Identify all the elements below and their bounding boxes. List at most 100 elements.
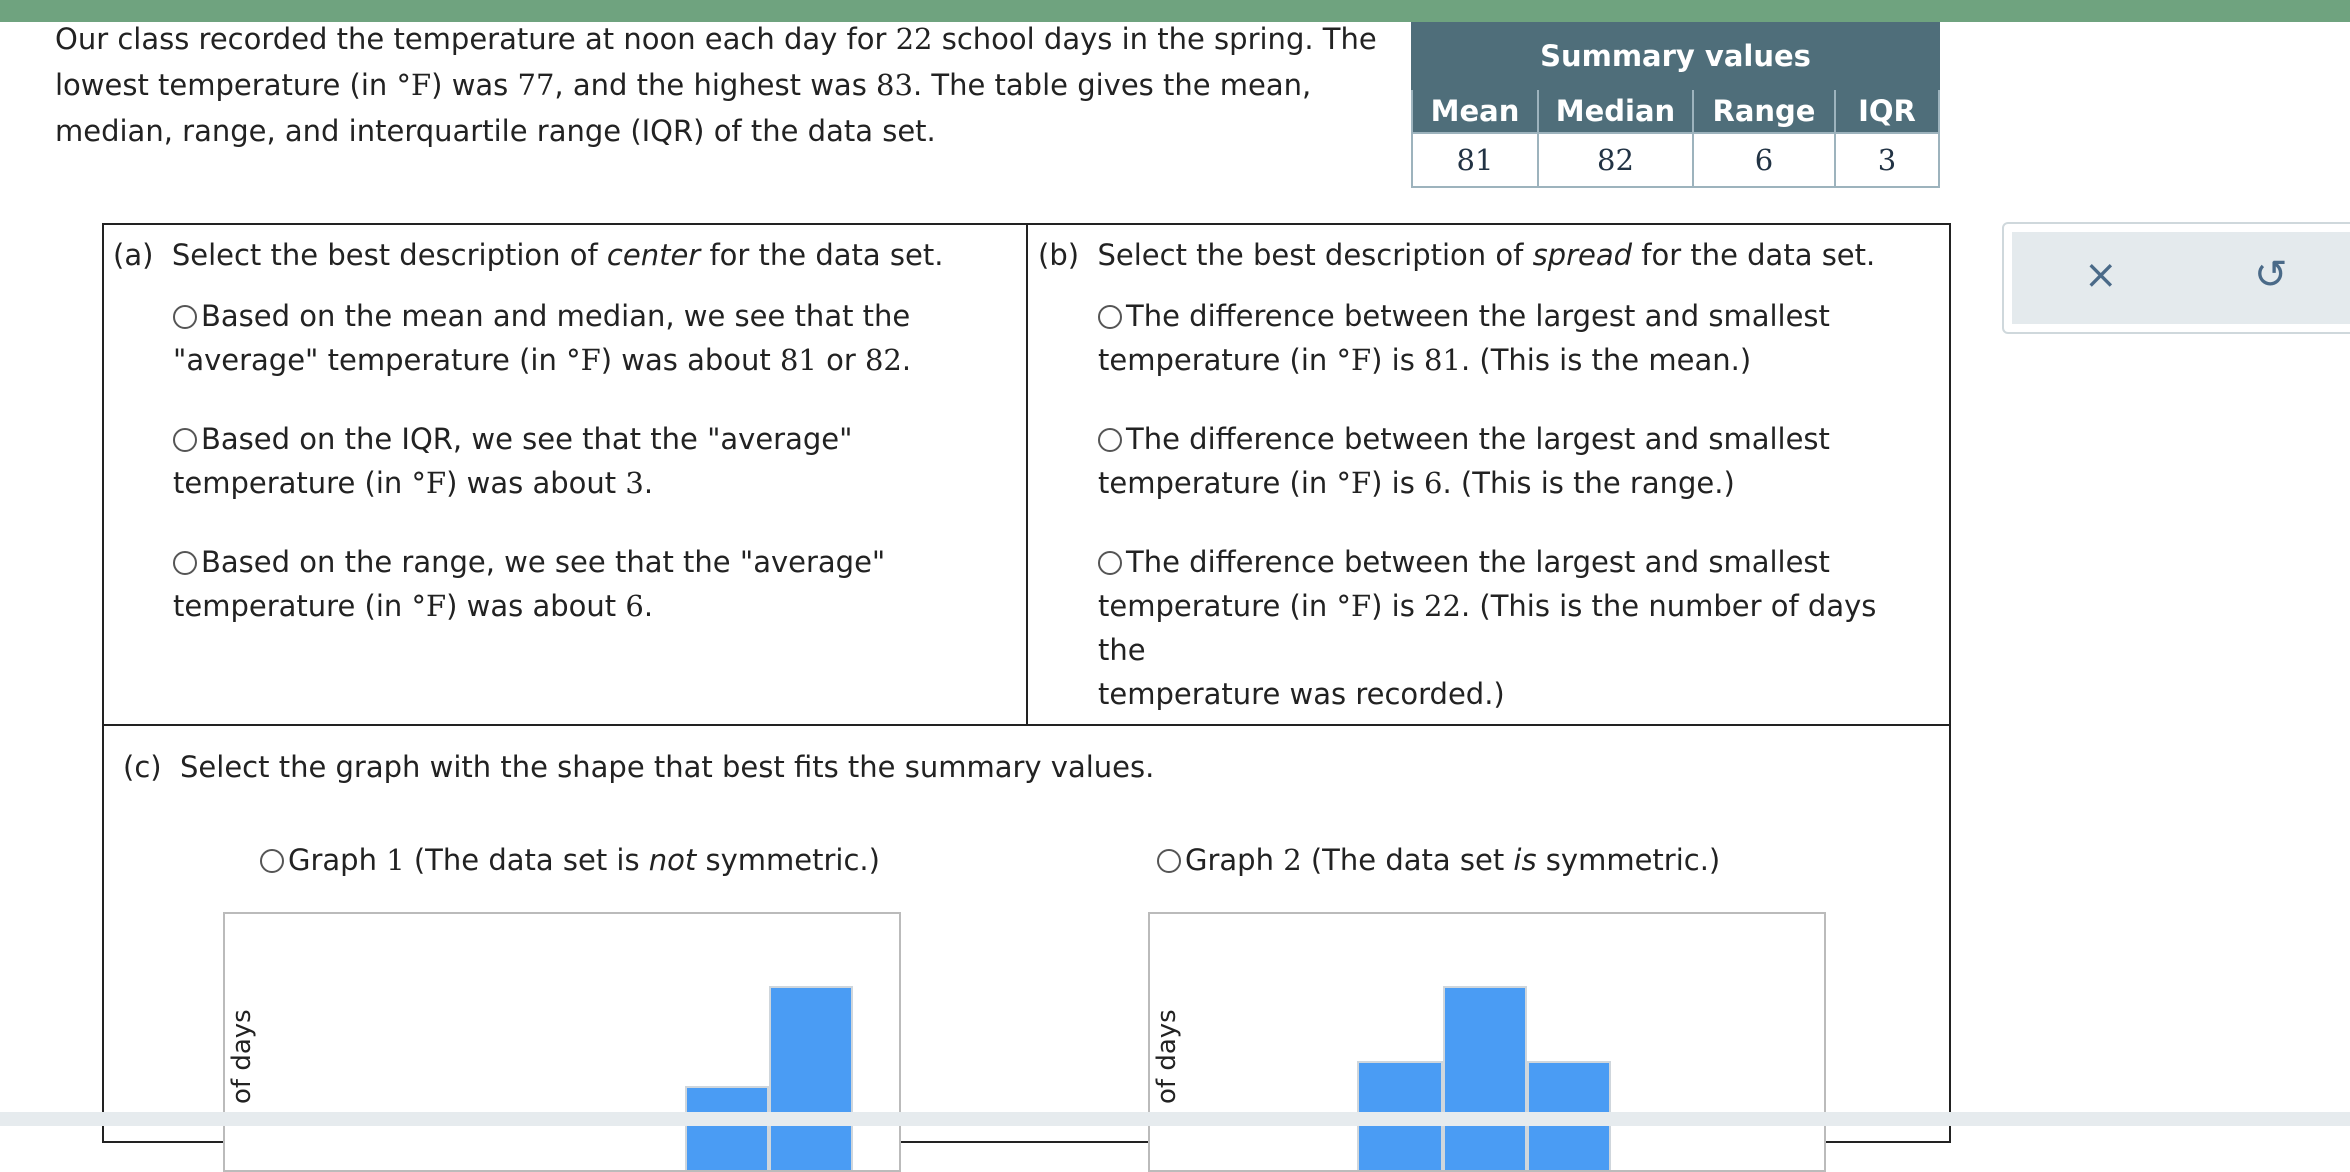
radio-button[interactable] [260, 849, 284, 873]
graph-1-y-axis-label: of days [227, 1009, 257, 1104]
option-number: 81 [1424, 343, 1461, 377]
intro-unit: °F [396, 68, 432, 102]
option-text: Based on the IQR, we see that the "avera… [201, 422, 853, 456]
option-text: The difference between the largest and s… [1126, 545, 1830, 579]
option-text: temperature was recorded.) [1098, 677, 1505, 711]
value-iqr: 3 [1834, 132, 1940, 188]
summary-title: Summary values [1411, 22, 1940, 90]
option-text: or [816, 343, 865, 377]
option-unit: °F [1336, 343, 1372, 377]
graph-1-option[interactable]: Graph 1 (The data set is not symmetric.) [260, 838, 1080, 882]
column-divider [1026, 223, 1028, 725]
option-text: Based on the range, we see that the "ave… [201, 545, 886, 579]
option-text: temperature (in [173, 466, 412, 500]
graph-number: 2 [1283, 843, 1302, 877]
intro-text-1: Our class recorded the temperature at no… [55, 22, 896, 56]
intro-highest: 83 [876, 68, 913, 102]
answer-controls-bar [2012, 232, 2350, 324]
option-text: ) was about [446, 466, 626, 500]
option-unit: °F [411, 589, 447, 623]
part-b-emphasis: spread [1532, 238, 1633, 272]
part-b-prompt-text: Select the best description of [1097, 238, 1533, 272]
part-b-prompt: (b) Select the best description of sprea… [1038, 238, 1875, 272]
option-text: temperature (in [1098, 343, 1337, 377]
option-text: . (This is the range.) [1442, 466, 1735, 500]
header-mean: Mean [1411, 88, 1539, 134]
close-icon[interactable]: × [2084, 252, 2118, 298]
option-number: 81 [779, 343, 817, 377]
option-text: ) was about [600, 343, 780, 377]
part-c-prompt: (c) Select the graph with the shape that… [123, 750, 1154, 784]
graph-1-bar [685, 1086, 769, 1170]
option-text: ) is [1371, 343, 1425, 377]
radio-button[interactable] [1157, 849, 1181, 873]
option-number: 22 [1424, 589, 1461, 623]
option-unit: °F [1336, 466, 1372, 500]
part-b-option-3[interactable]: The difference between the largest and s… [1098, 540, 1918, 716]
intro-days: 22 [895, 22, 933, 56]
value-mean: 81 [1411, 132, 1539, 188]
part-c-label: (c) [123, 750, 162, 784]
option-text: "average" temperature (in [173, 343, 567, 377]
option-text: The difference between the largest and s… [1126, 422, 1830, 456]
option-text: symmetric.) [1536, 843, 1721, 877]
option-number: 6 [625, 589, 644, 623]
radio-button[interactable] [1098, 551, 1122, 575]
option-text: temperature (in [173, 589, 412, 623]
option-text: Based on the mean and median, we see tha… [201, 299, 911, 333]
graph-2-histogram: of days [1148, 912, 1826, 1172]
option-text: Graph [1185, 843, 1284, 877]
row-divider [102, 724, 1951, 726]
part-a-prompt-text: Select the best description of [171, 238, 607, 272]
value-median: 82 [1537, 132, 1694, 188]
intro-text-3: ) was [431, 68, 518, 102]
option-emphasis: not [648, 843, 697, 877]
option-text: ) is [1371, 466, 1425, 500]
header-iqr: IQR [1834, 88, 1940, 134]
radio-button[interactable] [173, 305, 197, 329]
option-text: . [643, 466, 654, 500]
graph-2-option[interactable]: Graph 2 (The data set is symmetric.) [1157, 838, 1977, 882]
option-text: The difference between the largest and s… [1126, 299, 1830, 333]
part-b-prompt-end: for the data set. [1632, 238, 1876, 272]
graph-1-bar [769, 986, 853, 1170]
part-b-option-2[interactable]: The difference between the largest and s… [1098, 417, 1918, 505]
radio-button[interactable] [1098, 428, 1122, 452]
part-a-option-3[interactable]: Based on the range, we see that the "ave… [173, 540, 993, 628]
part-c-prompt-text: Select the graph with the shape that bes… [180, 750, 1155, 784]
option-text: temperature (in [1098, 589, 1337, 623]
header-range: Range [1692, 88, 1836, 134]
option-text: . [901, 343, 912, 377]
radio-button[interactable] [173, 428, 197, 452]
graph-1-histogram: of days [223, 912, 901, 1172]
value-range: 6 [1692, 132, 1836, 188]
problem-statement: Our class recorded the temperature at no… [55, 16, 1415, 154]
option-text: symmetric.) [696, 843, 880, 877]
radio-button[interactable] [173, 551, 197, 575]
option-text: . [643, 589, 654, 623]
part-a-option-2[interactable]: Based on the IQR, we see that the "avera… [173, 417, 993, 505]
option-text: ) is [1371, 589, 1425, 623]
option-number: 6 [1424, 466, 1443, 500]
option-text: (The data set [1301, 843, 1514, 877]
graph-2-bar [1443, 986, 1527, 1170]
radio-button[interactable] [1098, 305, 1122, 329]
option-unit: °F [566, 343, 601, 377]
part-a-option-1[interactable]: Based on the mean and median, we see tha… [173, 294, 993, 382]
part-b-label: (b) [1038, 238, 1080, 272]
option-unit: °F [411, 466, 447, 500]
part-a-prompt-end: for the data set. [700, 238, 944, 272]
intro-lowest: 77 [517, 68, 555, 102]
option-unit: °F [1336, 589, 1372, 623]
part-a-label: (a) [113, 238, 154, 272]
bottom-scroll-bar [0, 1112, 2350, 1126]
summary-values-table: Summary values Mean Median Range IQR 81 … [1411, 22, 1940, 188]
header-median: Median [1537, 88, 1694, 134]
option-emphasis: is [1513, 843, 1537, 877]
option-text: Graph [288, 843, 387, 877]
part-b-option-1[interactable]: The difference between the largest and s… [1098, 294, 1918, 382]
undo-icon[interactable]: ↺ [2254, 252, 2288, 298]
part-a-prompt: (a) Select the best description of cente… [113, 238, 943, 272]
part-a-emphasis: center [606, 238, 701, 272]
option-number: 3 [625, 466, 644, 500]
